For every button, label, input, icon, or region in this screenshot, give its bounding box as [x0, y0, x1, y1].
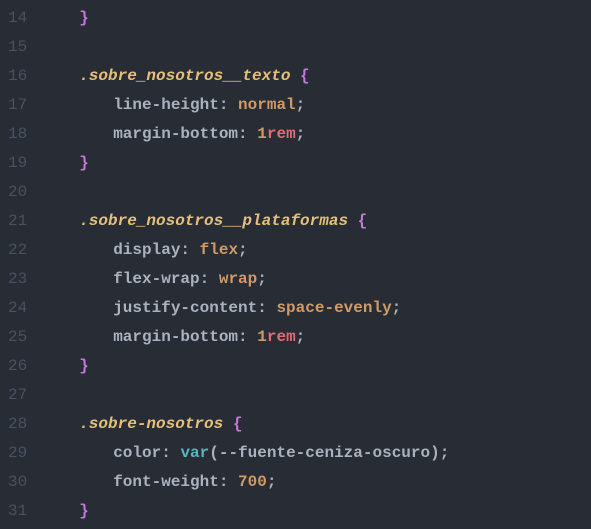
code-line[interactable]: margin-bottom: 1rem; [45, 323, 591, 352]
token-prop: justify-content [113, 299, 257, 317]
token-plain [290, 67, 300, 85]
code-line[interactable]: justify-content: space-evenly; [45, 294, 591, 323]
token-semi: ; [238, 241, 248, 259]
token-semi: ; [392, 299, 402, 317]
token-brace: } [79, 9, 89, 27]
token-semi: ; [296, 125, 306, 143]
code-line[interactable]: margin-bottom: 1rem; [45, 120, 591, 149]
line-number: 27 [8, 381, 27, 410]
code-line[interactable]: flex-wrap: wrap; [45, 265, 591, 294]
token-punct: : [219, 96, 229, 114]
token-prop: display [113, 241, 180, 259]
code-line[interactable]: } [45, 4, 591, 33]
token-plain [248, 328, 258, 346]
token-punct: : [238, 125, 248, 143]
line-number: 22 [8, 236, 27, 265]
token-brace: { [358, 212, 368, 230]
line-number: 31 [8, 497, 27, 526]
token-punct: : [238, 328, 248, 346]
code-line[interactable]: .sobre_nosotros__plataformas { [45, 207, 591, 236]
code-line[interactable] [45, 178, 591, 207]
token-plain [171, 444, 181, 462]
token-val-keyword: flex [200, 241, 238, 259]
token-punct: : [161, 444, 171, 462]
line-number: 29 [8, 439, 27, 468]
token-func: var [180, 444, 209, 462]
token-var-arg: --fuente-ceniza-oscuro [219, 444, 430, 462]
token-punct: : [200, 270, 210, 288]
line-number: 17 [8, 91, 27, 120]
line-number: 16 [8, 62, 27, 91]
token-prop: font-weight [113, 473, 219, 491]
line-number: 18 [8, 120, 27, 149]
token-punct: ( [209, 444, 219, 462]
token-val-unit: rem [267, 125, 296, 143]
token-plain [223, 415, 233, 433]
code-line[interactable]: line-height: normal; [45, 91, 591, 120]
line-number-gutter: 141516171819202122232425262728293031 [0, 0, 45, 529]
token-prop: line-height [113, 96, 219, 114]
token-prop: margin-bottom [113, 125, 238, 143]
code-line[interactable] [45, 33, 591, 62]
token-prop: color [113, 444, 161, 462]
token-plain [209, 270, 219, 288]
token-plain [248, 125, 258, 143]
code-editor-content[interactable]: } .sobre_nosotros__texto {line-height: n… [45, 0, 591, 529]
token-punct: : [257, 299, 267, 317]
token-val-num: 1 [257, 125, 267, 143]
token-brace: { [300, 67, 310, 85]
code-line[interactable]: } [45, 149, 591, 178]
line-number: 24 [8, 294, 27, 323]
token-prop: margin-bottom [113, 328, 238, 346]
token-semi: ; [440, 444, 450, 462]
token-val-unit: rem [267, 328, 296, 346]
token-semi: ; [267, 473, 277, 491]
code-line[interactable]: font-weight: 700; [45, 468, 591, 497]
token-brace: { [233, 415, 243, 433]
token-val-keyword: wrap [219, 270, 257, 288]
token-val-keyword: normal [238, 96, 296, 114]
token-brace: } [79, 154, 89, 172]
token-val-num: 1 [257, 328, 267, 346]
code-line[interactable]: } [45, 352, 591, 381]
line-number: 23 [8, 265, 27, 294]
code-line[interactable]: display: flex; [45, 236, 591, 265]
token-punct: : [180, 241, 190, 259]
token-val-keyword: space-evenly [276, 299, 391, 317]
code-line[interactable] [45, 381, 591, 410]
token-brace: } [79, 502, 89, 520]
token-semi: ; [296, 328, 306, 346]
token-plain [348, 212, 358, 230]
token-selector: .sobre-nosotros [79, 415, 223, 433]
token-punct: : [219, 473, 229, 491]
token-brace: } [79, 357, 89, 375]
token-val-num: 700 [238, 473, 267, 491]
line-number: 14 [8, 4, 27, 33]
token-plain [228, 473, 238, 491]
token-plain [190, 241, 200, 259]
code-line[interactable]: .sobre_nosotros__texto { [45, 62, 591, 91]
token-punct: ) [430, 444, 440, 462]
token-plain [228, 96, 238, 114]
code-line[interactable]: .sobre-nosotros { [45, 410, 591, 439]
token-selector: .sobre_nosotros__texto [79, 67, 290, 85]
line-number: 30 [8, 468, 27, 497]
token-semi: ; [257, 270, 267, 288]
line-number: 25 [8, 323, 27, 352]
line-number: 15 [8, 33, 27, 62]
token-semi: ; [296, 96, 306, 114]
code-line[interactable]: color: var(--fuente-ceniza-oscuro); [45, 439, 591, 468]
token-prop: flex-wrap [113, 270, 199, 288]
line-number: 28 [8, 410, 27, 439]
line-number: 21 [8, 207, 27, 236]
line-number: 26 [8, 352, 27, 381]
line-number: 19 [8, 149, 27, 178]
token-plain [267, 299, 277, 317]
code-line[interactable]: } [45, 497, 591, 526]
token-selector: .sobre_nosotros__plataformas [79, 212, 348, 230]
line-number: 20 [8, 178, 27, 207]
